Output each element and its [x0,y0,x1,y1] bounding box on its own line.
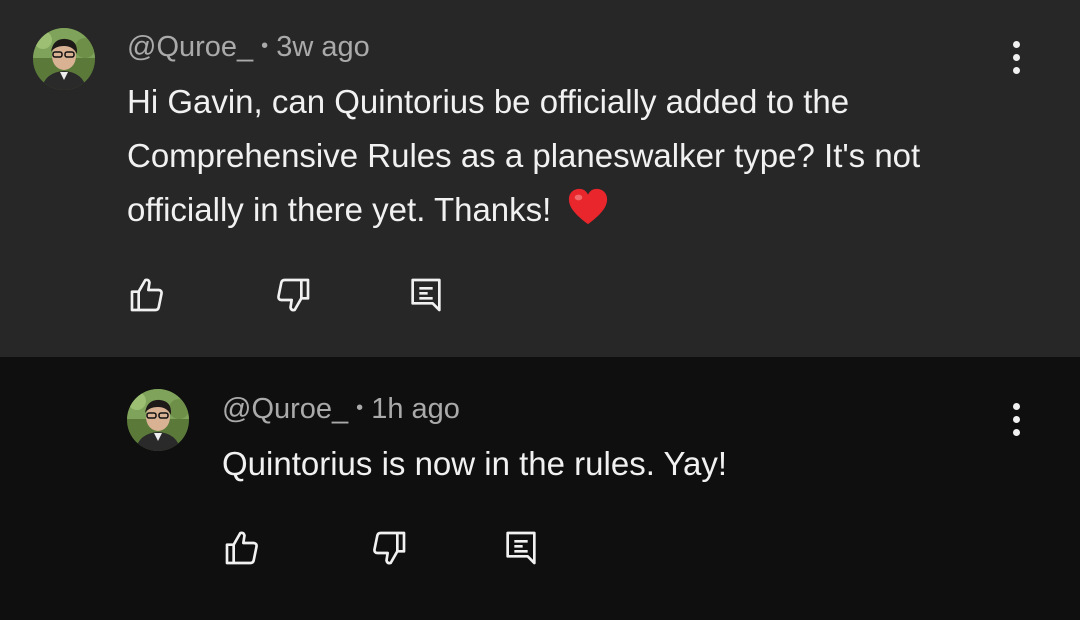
dislike-button[interactable] [271,273,315,317]
meta-separator: • [356,397,364,419]
heart-emoji [568,188,607,225]
like-button[interactable] [125,273,169,317]
thumbs-down-icon [277,278,310,312]
meta-separator: • [261,35,269,57]
reply-comment: @Quroe_ • 1h ago Quintorius is now in the … [0,357,1080,620]
reply-button[interactable] [404,273,448,317]
kebab-dot [1012,428,1020,436]
kebab-dot [1012,415,1020,423]
more-vert-icon[interactable] [996,37,1036,77]
thumbs-up-icon [130,278,163,312]
comment-meta: @Quroe_ • 3w ago [127,31,370,64]
reply-comment-icon [506,531,536,565]
comment-time: 3w ago [276,31,370,63]
kebab-dot [1012,40,1020,48]
avatar[interactable] [127,389,189,451]
comment-meta: @Quroe_ • 1h ago [222,393,460,426]
dislike-button[interactable] [367,526,411,570]
comment-time: 1h ago [371,393,460,425]
thumbs-down-icon [373,531,406,565]
author-handle[interactable]: @Quroe_ [222,393,348,425]
kebab-dot [1012,66,1020,74]
comment-text: Quintorius is now in the rules. Yay! [222,445,728,482]
comment-body: Quintorius is now in the rules. Yay! [222,437,1002,491]
kebab-dot [1012,53,1020,61]
comment-text: Hi Gavin, can Quintorius be officially a… [127,83,921,228]
thumbs-up-icon [225,531,258,565]
comment-body: Hi Gavin, can Quintorius be officially a… [127,75,1027,237]
like-button[interactable] [220,526,264,570]
more-vert-icon[interactable] [996,399,1036,439]
reply-button[interactable] [499,526,543,570]
parent-comment: @Quroe_ • 3w ago Hi Gavin, can Quintorius … [0,0,1080,357]
avatar[interactable] [33,28,95,90]
author-handle[interactable]: @Quroe_ [127,31,253,63]
kebab-dot [1012,402,1020,410]
reply-comment-icon [411,278,441,312]
